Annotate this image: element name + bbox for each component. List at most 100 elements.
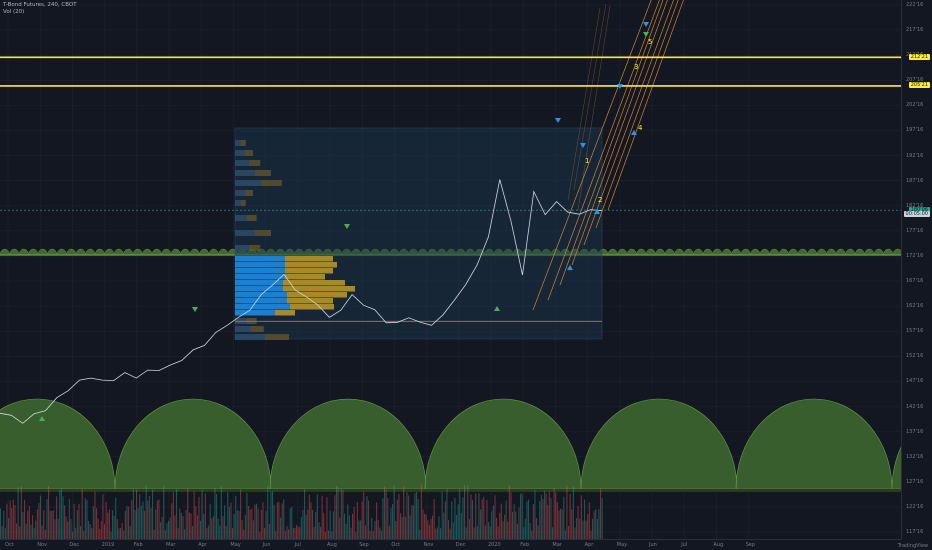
volume-bar	[160, 522, 162, 540]
volume-bar	[385, 489, 387, 540]
volume-bar	[139, 494, 141, 540]
volume-bar	[297, 526, 299, 540]
volume-bar	[22, 511, 24, 540]
volume-bar	[472, 500, 474, 540]
volume-bar	[36, 509, 38, 540]
time-tick-label: Oct	[5, 542, 14, 548]
volume-bar	[19, 526, 21, 540]
volume-bar	[89, 523, 91, 540]
volume-bar	[588, 502, 590, 540]
volume-bar	[414, 493, 416, 540]
volume-bar	[145, 485, 147, 540]
time-axis[interactable]: Oct Nov Dec 2019 Feb Mar Apr May Jun Jul Aug Sep Oct…	[0, 539, 902, 550]
volume-bar	[544, 490, 546, 540]
volume-bar	[387, 498, 389, 540]
time-tick-label: Oct	[391, 542, 401, 548]
cycle-bump	[636, 248, 647, 256]
volume-bar	[512, 511, 514, 540]
volume-bar	[25, 523, 27, 540]
cycle-bump	[873, 248, 884, 256]
volume-bar	[417, 499, 419, 540]
volume-bar	[12, 499, 14, 540]
cycle-bump	[835, 248, 846, 256]
price-tick-label: 177'16	[906, 227, 924, 234]
volume-bar	[595, 509, 597, 540]
volume-bar	[8, 518, 10, 540]
time-tick-label: Aug	[327, 542, 337, 548]
volume-bar	[203, 513, 205, 540]
volume-bar	[62, 496, 64, 540]
profile-bar-small	[235, 334, 265, 340]
volume-bar	[105, 502, 107, 540]
price-chart[interactable]: 1 2 3 4 5	[0, 0, 902, 540]
volume-bar	[129, 526, 131, 540]
volume-bar	[403, 486, 405, 540]
price-tick-label: 197'16	[906, 127, 924, 134]
volume-bar	[104, 524, 106, 540]
down-arrow-icon	[643, 32, 649, 37]
tradingview-logo[interactable]: TradingView	[898, 543, 928, 549]
wave-label: 1	[585, 157, 589, 165]
wave-label: 5	[648, 38, 652, 46]
symbol-title[interactable]: T-Bond Futures, 240, CBOT	[3, 2, 77, 9]
volume-bar	[368, 500, 370, 540]
volume-bar	[52, 510, 54, 540]
volume-bar	[260, 509, 262, 540]
volume-bar	[318, 522, 320, 540]
volume-bar	[166, 523, 168, 540]
volume-bar	[156, 500, 158, 540]
volume-bar	[241, 520, 243, 540]
volume-bar	[262, 502, 264, 540]
volume-bar	[505, 500, 507, 540]
volume-bar	[441, 491, 443, 540]
volume-bar	[248, 506, 250, 540]
volume-bar	[144, 510, 146, 540]
profile-bar-small-down	[255, 230, 271, 236]
volume-bar	[16, 523, 18, 540]
volume-bar	[200, 520, 202, 540]
cycle-bump	[9, 248, 20, 256]
volume-bar	[467, 485, 469, 540]
volume-bar	[540, 494, 542, 540]
cycle-bump	[47, 248, 58, 256]
volume-bar	[342, 490, 344, 540]
cycle-base	[0, 489, 902, 492]
volume-bar	[475, 493, 477, 540]
profile-bar-small-down	[241, 140, 246, 146]
cycle-bump	[66, 248, 77, 256]
volume-bar	[137, 508, 139, 540]
volume-bar	[488, 522, 490, 540]
volume-bars	[0, 484, 603, 540]
volume-bar	[235, 495, 237, 540]
volume-bar	[521, 493, 523, 540]
price-tick-label: 117'16	[906, 529, 924, 535]
volume-bar	[561, 509, 563, 540]
volume-bar	[265, 511, 267, 540]
cycle-bump	[56, 248, 67, 256]
volume-bar	[1, 526, 3, 540]
volume-bar	[102, 494, 104, 540]
volume-bar	[536, 517, 538, 540]
volume-bar	[131, 500, 133, 540]
volume-bar	[366, 496, 368, 540]
volume-bar	[49, 510, 51, 540]
volume-bar	[27, 510, 29, 540]
volume-bar	[443, 512, 445, 540]
volume-bar	[356, 502, 358, 540]
profile-bar-small	[235, 160, 249, 166]
volume-bar	[408, 495, 410, 540]
chart-window: T-Bond Futures, 240, CBOT Vol (20) 1 2 3 4 5…	[0, 0, 932, 550]
cycle-bump	[826, 248, 837, 256]
price-axis[interactable]: 222'16217'16212'16207'16202'16197'16192'…	[901, 0, 932, 540]
cycle-bump	[617, 248, 628, 256]
volume-indicator-label[interactable]: Vol (20)	[3, 9, 77, 16]
volume-bar	[563, 496, 565, 540]
volume-bar	[321, 495, 323, 540]
profile-bar-small	[235, 215, 247, 221]
volume-bar	[134, 509, 136, 540]
volume-profile	[234, 127, 603, 340]
cycle-bump	[85, 248, 96, 256]
volume-bar	[291, 506, 293, 540]
cycle-bump	[170, 248, 181, 256]
volume-bar	[560, 508, 562, 540]
